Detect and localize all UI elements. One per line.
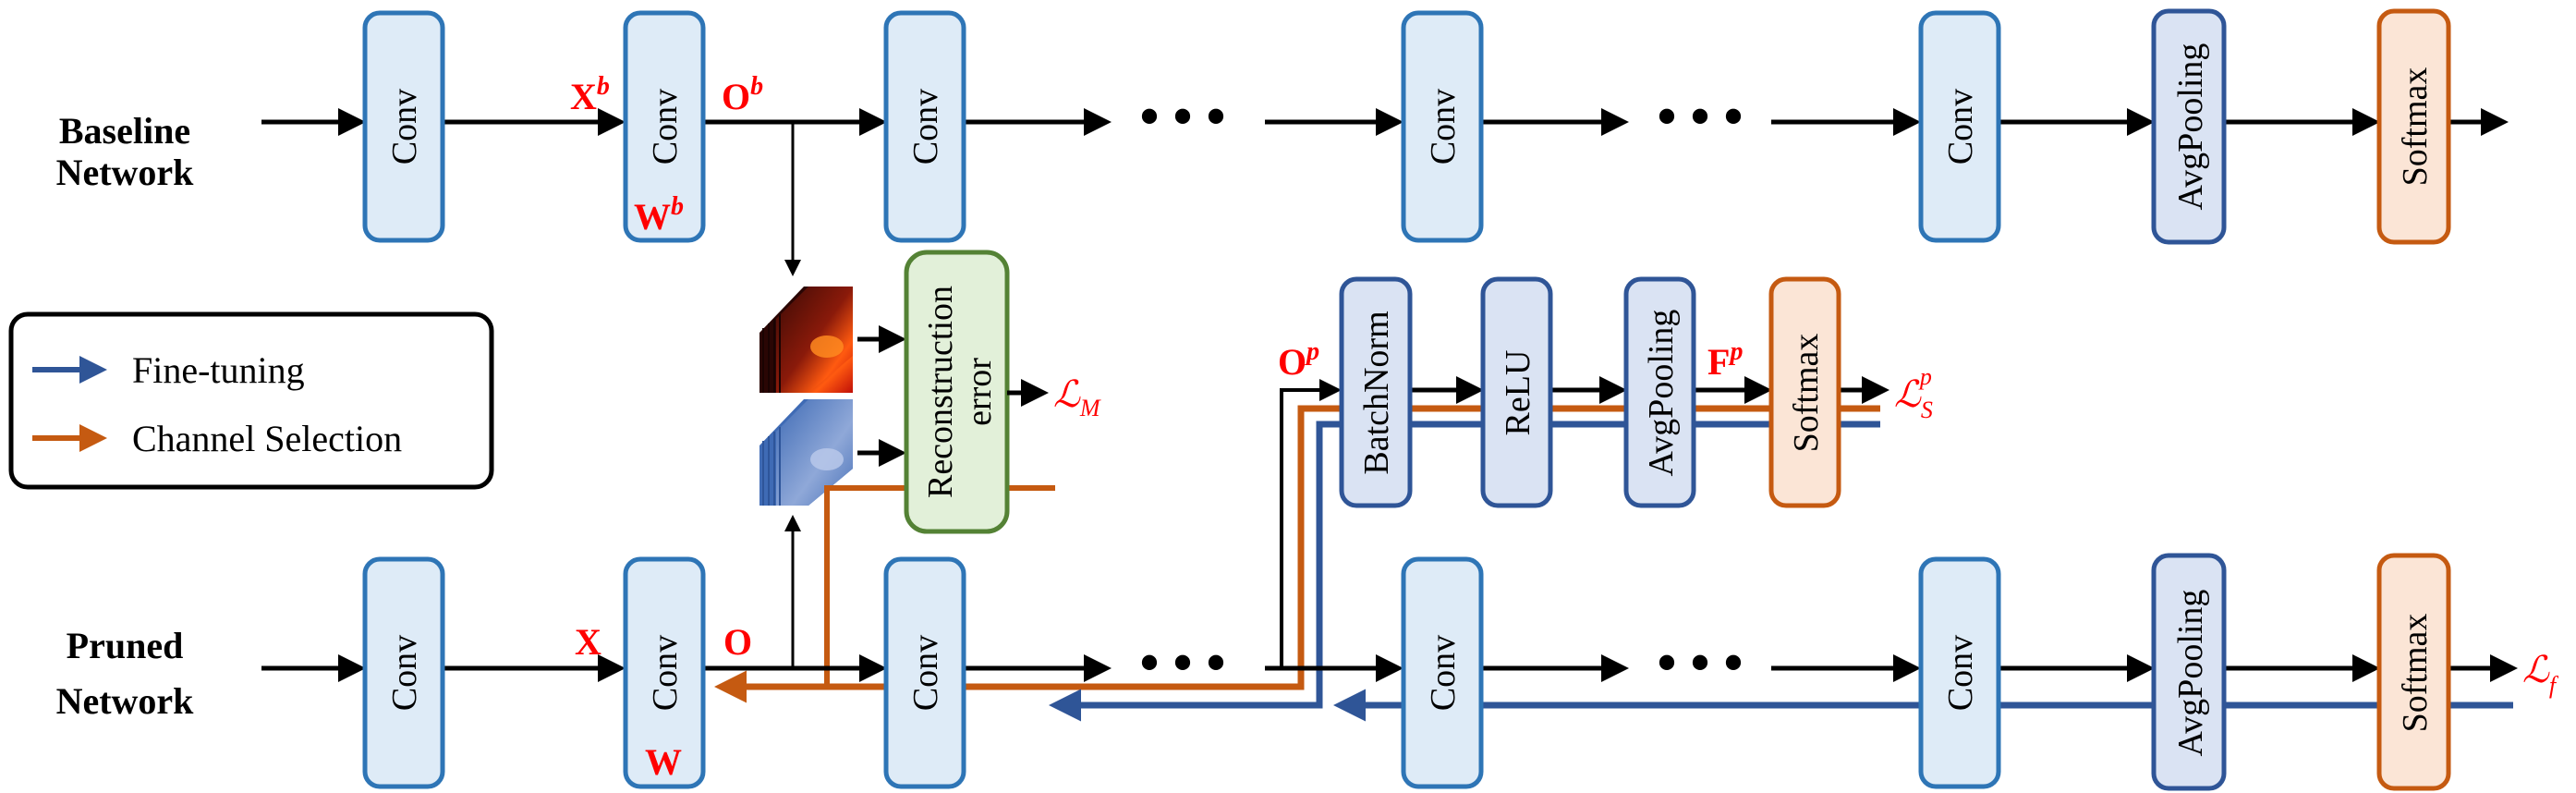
block-label: Softmax xyxy=(2396,614,2435,733)
ellipsis: • • • xyxy=(1657,632,1743,693)
pruned-label-line2: Network xyxy=(56,680,195,722)
reconstruction-error-block[interactable]: Reconstruction error xyxy=(904,250,1010,534)
symbol-x: X xyxy=(575,621,601,663)
baseline-conv-4[interactable]: Conv xyxy=(1401,10,1484,243)
baseline-conv-5[interactable]: Conv xyxy=(1918,10,2001,243)
pruned-network-label: Pruned Network xyxy=(56,625,195,722)
block-label: BatchNorm xyxy=(1357,311,1396,474)
block-label: Conv xyxy=(1941,89,1980,165)
block-label: AvgPooling xyxy=(1642,310,1681,477)
block-label: Softmax xyxy=(2396,67,2435,187)
baseline-label-line2: Network xyxy=(56,152,195,193)
symbol-ob: Ob xyxy=(722,72,763,117)
symbol-fp: Fp xyxy=(1707,337,1743,383)
pruned-softmax[interactable]: Softmax xyxy=(2376,553,2451,791)
diagram-canvas: Baseline Network Pruned Network • • • • … xyxy=(8,8,2559,791)
symbol-xb: Xb xyxy=(570,72,610,117)
block-label: Conv xyxy=(646,635,685,711)
baseline-label-line1: Baseline xyxy=(59,110,190,152)
pruned-conv-3[interactable]: Conv xyxy=(883,556,966,789)
block-label: Conv xyxy=(906,89,945,165)
pruned-conv-4[interactable]: Conv xyxy=(1401,556,1484,789)
baseline-conv-3[interactable]: Conv xyxy=(883,10,966,243)
ellipsis: • • • xyxy=(1657,86,1743,147)
symbol-w: W xyxy=(645,741,682,783)
middle-softmax-block[interactable]: Softmax xyxy=(1768,276,1841,508)
block-label: Conv xyxy=(385,89,424,165)
block-label: ReLU xyxy=(1499,350,1537,436)
symbol-op: Op xyxy=(1278,337,1319,383)
baseline-network-label: Baseline Network xyxy=(56,110,195,193)
block-label: Reconstruction xyxy=(921,286,960,498)
legend-label: Channel Selection xyxy=(132,418,402,459)
block-label: Conv xyxy=(1424,635,1463,711)
block-label: Conv xyxy=(385,635,424,711)
block-label: error xyxy=(960,358,999,426)
pruned-conv-1[interactable]: Conv xyxy=(362,556,445,789)
baseline-conv-1[interactable]: Conv xyxy=(362,10,445,243)
block-label: AvgPooling xyxy=(2171,43,2210,211)
legend: Fine-tuning Channel Selection xyxy=(8,311,494,490)
pruning-diagram: Baseline Network Pruned Network • • • • … xyxy=(0,0,2576,793)
block-label: Conv xyxy=(906,635,945,711)
batchnorm-block[interactable]: BatchNorm xyxy=(1339,276,1413,508)
legend-label: Fine-tuning xyxy=(132,349,305,391)
block-label: Conv xyxy=(1424,89,1463,165)
loss-lsp: ℒSp xyxy=(1894,363,1933,423)
block-label: Conv xyxy=(1941,635,1980,711)
pruned-conv-5[interactable]: Conv xyxy=(1918,556,2001,789)
block-label: AvgPooling xyxy=(2171,590,2210,757)
loss-lf: ℒf xyxy=(2522,649,2559,699)
relu-block[interactable]: ReLU xyxy=(1480,276,1553,508)
pruned-avgpooling[interactable]: AvgPooling xyxy=(2151,553,2227,791)
pruned-label-line1: Pruned xyxy=(67,625,184,666)
block-label: Conv xyxy=(646,89,685,165)
baseline-softmax[interactable]: Softmax xyxy=(2376,8,2451,245)
baseline-feature-map-stack xyxy=(759,287,853,393)
baseline-avgpooling[interactable]: AvgPooling xyxy=(2151,8,2227,245)
middle-avgpooling-block[interactable]: AvgPooling xyxy=(1623,276,1696,508)
ellipsis: • • • xyxy=(1139,632,1225,693)
loss-lm: ℒM xyxy=(1053,373,1101,421)
ellipsis: • • • xyxy=(1139,86,1225,147)
block-label: Softmax xyxy=(1787,334,1826,453)
symbol-o: O xyxy=(723,621,752,663)
